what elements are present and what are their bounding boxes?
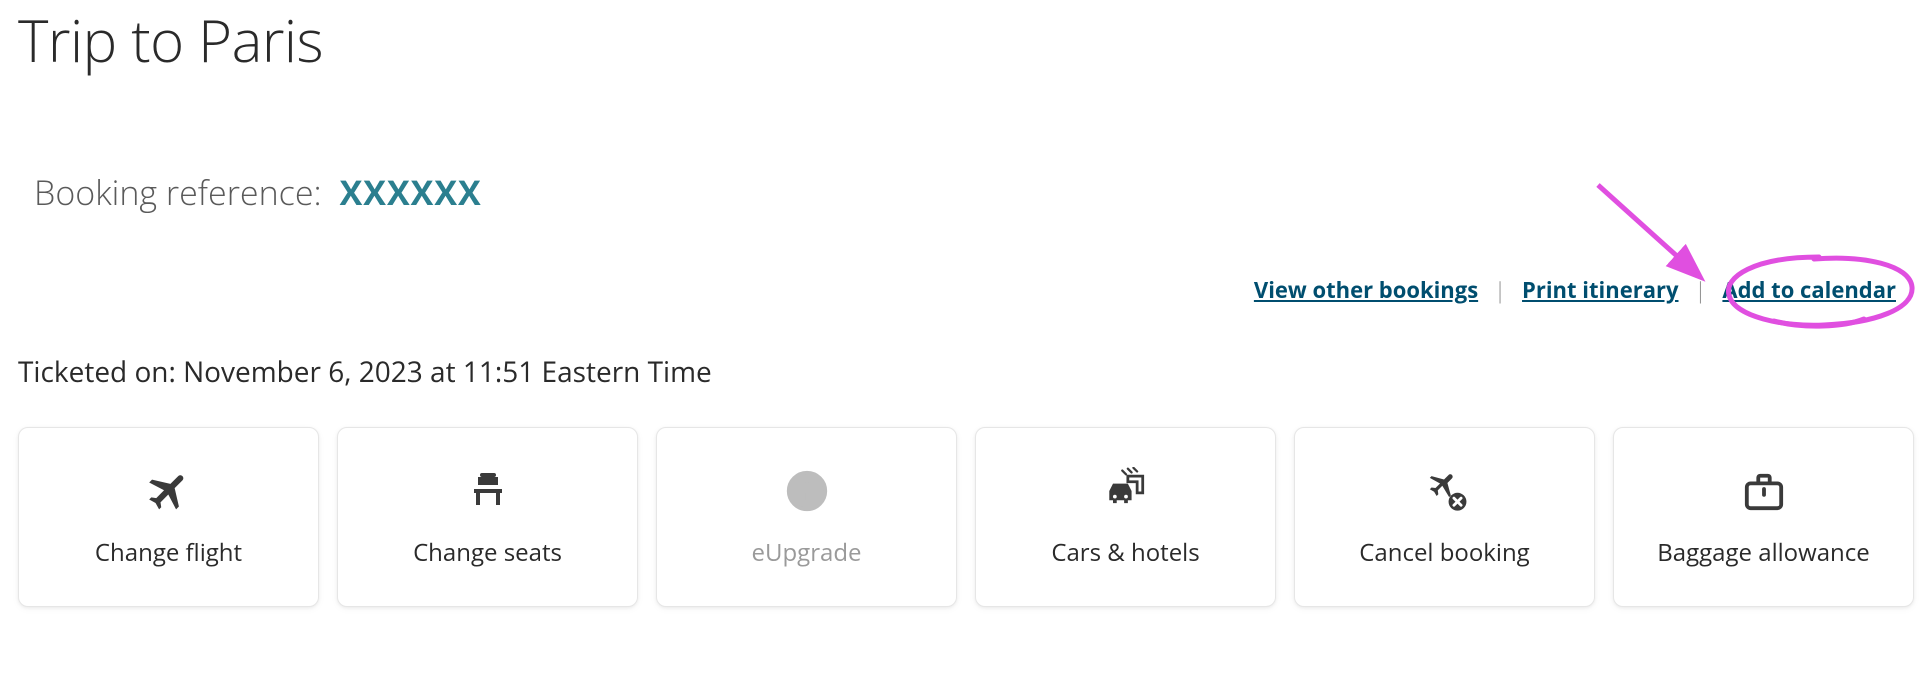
change-seats-label: Change seats (413, 537, 562, 568)
seat-icon (464, 465, 512, 517)
cars-hotels-tile[interactable]: Cars & hotels (975, 427, 1276, 607)
change-seats-tile[interactable]: Change seats (337, 427, 638, 607)
booking-reference-label: Booking reference: (34, 169, 322, 215)
eupgrade-tile[interactable]: eUpgrade (656, 427, 957, 607)
change-flight-tile[interactable]: Change flight (18, 427, 319, 607)
action-links-row: View other bookings | Print itinerary | … (18, 275, 1914, 305)
view-other-bookings-link[interactable]: View other bookings (1254, 275, 1478, 305)
add-to-calendar-link[interactable]: Add to calendar (1722, 275, 1896, 305)
cars-hotels-label: Cars & hotels (1051, 537, 1199, 568)
link-separator: | (1494, 275, 1506, 305)
baggage-allowance-tile[interactable]: Baggage allowance (1613, 427, 1914, 607)
baggage-icon (1741, 465, 1787, 517)
cancel-booking-tile[interactable]: Cancel booking (1294, 427, 1595, 607)
cancel-flight-icon (1420, 465, 1470, 517)
cancel-booking-label: Cancel booking (1359, 537, 1529, 568)
booking-reference-row: Booking reference: XXXXXX (18, 169, 1914, 215)
action-tiles-row: Change flight Change seats eUpgrade (18, 427, 1914, 607)
upgrade-arrow-icon (785, 465, 829, 517)
car-hotel-icon (1100, 465, 1152, 517)
print-itinerary-link[interactable]: Print itinerary (1522, 275, 1678, 305)
baggage-allowance-label: Baggage allowance (1657, 537, 1870, 568)
eupgrade-label: eUpgrade (752, 537, 862, 568)
page-title: Trip to Paris (18, 0, 1914, 79)
airplane-icon (145, 465, 193, 517)
ticketed-on-text: Ticketed on: November 6, 2023 at 11:51 E… (18, 353, 1914, 391)
change-flight-label: Change flight (95, 537, 242, 568)
booking-reference-value: XXXXXX (340, 169, 482, 215)
link-separator: | (1695, 275, 1707, 305)
